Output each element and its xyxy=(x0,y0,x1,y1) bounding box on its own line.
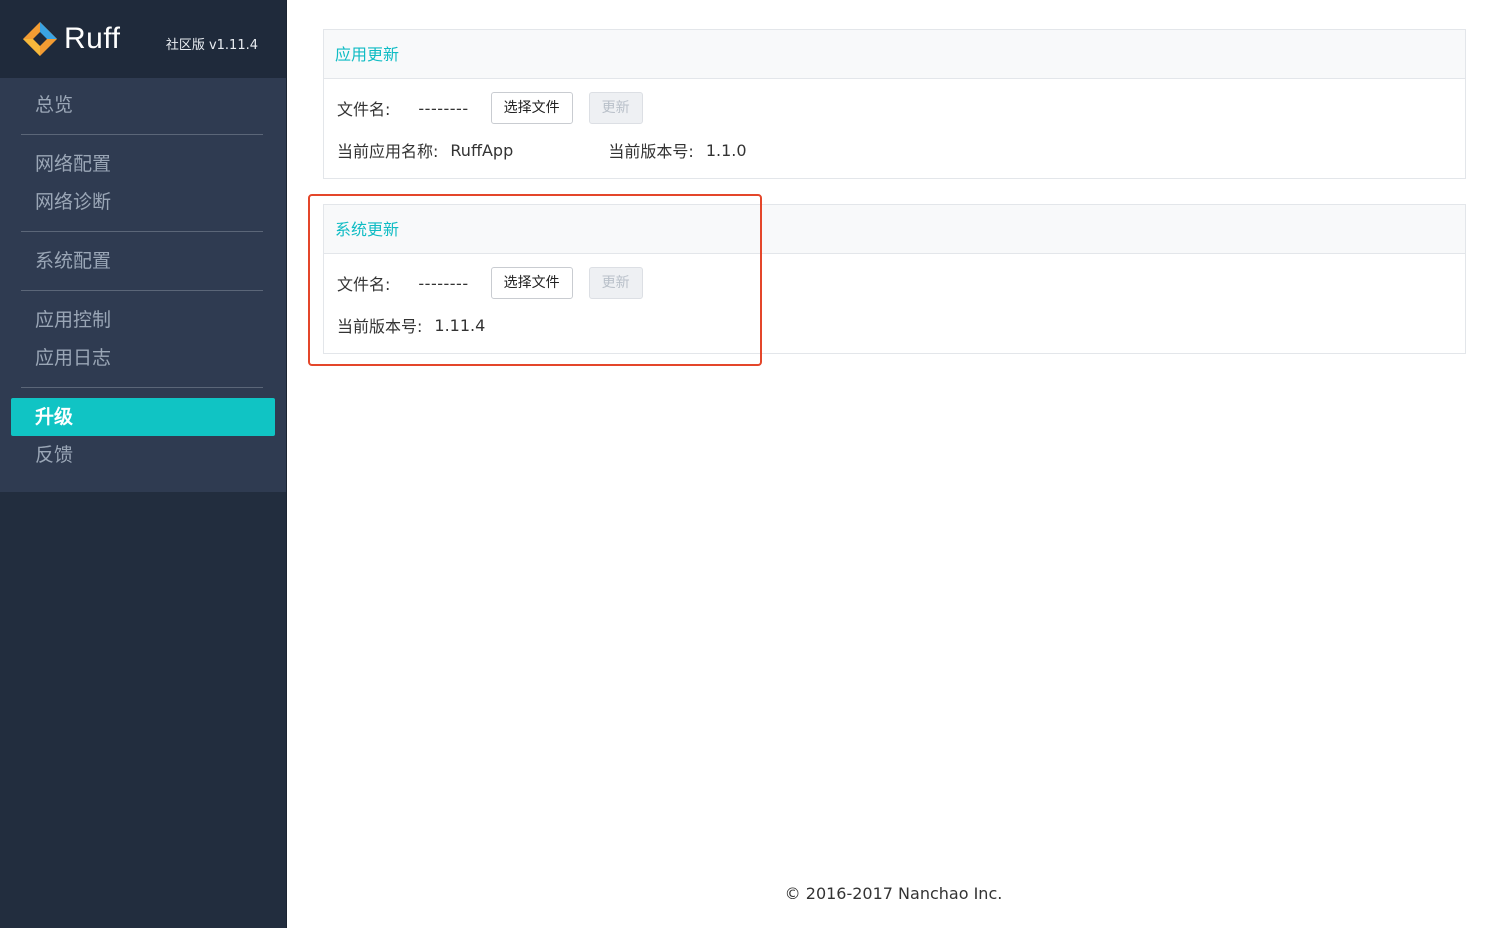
sidebar-item-network-diagnose[interactable]: 网络诊断 xyxy=(11,183,275,221)
sidebar-item-app-control[interactable]: 应用控制 xyxy=(11,301,275,339)
sidebar-menu: 总览 网络配置 网络诊断 系统配置 应用控制 应用日志 升级 反馈 xyxy=(0,78,286,492)
system-info-row: 当前版本号: 1.11.4 xyxy=(324,313,1465,337)
sidebar-item-feedback[interactable]: 反馈 xyxy=(11,436,275,474)
file-name-value: -------- xyxy=(418,273,469,293)
ruff-logo-icon xyxy=(22,21,58,57)
app-file-row: 文件名: -------- 选择文件 更新 xyxy=(324,92,1465,124)
app-info-row: 当前应用名称: RuffApp 当前版本号: 1.1.0 xyxy=(324,138,1465,162)
select-file-button[interactable]: 选择文件 xyxy=(490,92,573,124)
sidebar-item-app-log[interactable]: 应用日志 xyxy=(11,339,275,377)
main-content: 应用更新 文件名: -------- 选择文件 更新 当前应用名称: RuffA… xyxy=(287,0,1500,928)
system-update-panel: 系统更新 文件名: -------- 选择文件 更新 当前版本号: 1.11.4 xyxy=(323,204,1466,354)
app-update-panel: 应用更新 文件名: -------- 选择文件 更新 当前应用名称: RuffA… xyxy=(323,29,1466,179)
brand-header: Ruff 社区版 v1.11.4 xyxy=(0,0,286,78)
version-label: 当前版本号: xyxy=(608,142,694,161)
edition-label: 社区版 v1.11.4 xyxy=(165,38,258,53)
menu-divider xyxy=(21,134,263,135)
app-name-label: 当前应用名称: xyxy=(337,142,439,161)
version-label: 当前版本号: xyxy=(337,317,423,336)
file-name-label: 文件名: xyxy=(337,100,391,119)
file-name-label: 文件名: xyxy=(337,275,391,294)
update-button[interactable]: 更新 xyxy=(588,92,643,124)
sidebar-item-overview[interactable]: 总览 xyxy=(11,86,275,124)
sidebar: Ruff 社区版 v1.11.4 总览 网络配置 网络诊断 系统配置 应用控制 … xyxy=(0,0,287,928)
brand-name: Ruff xyxy=(64,22,121,55)
menu-divider xyxy=(21,387,263,388)
menu-divider xyxy=(21,231,263,232)
update-button[interactable]: 更新 xyxy=(588,267,643,299)
footer-copyright: © 2016-2017 Nanchao Inc. xyxy=(784,884,1003,903)
version-value: 1.11.4 xyxy=(434,315,486,335)
panel-title: 系统更新 xyxy=(324,205,1465,254)
file-name-value: -------- xyxy=(418,98,469,118)
sidebar-item-system-config[interactable]: 系统配置 xyxy=(11,242,275,280)
menu-divider xyxy=(21,290,263,291)
panel-title: 应用更新 xyxy=(324,30,1465,79)
select-file-button[interactable]: 选择文件 xyxy=(490,267,573,299)
sidebar-item-upgrade[interactable]: 升级 xyxy=(11,398,275,436)
sidebar-item-network-config[interactable]: 网络配置 xyxy=(11,145,275,183)
version-value: 1.1.0 xyxy=(705,140,747,160)
system-file-row: 文件名: -------- 选择文件 更新 xyxy=(324,267,1465,299)
app-name-value: RuffApp xyxy=(450,140,514,160)
